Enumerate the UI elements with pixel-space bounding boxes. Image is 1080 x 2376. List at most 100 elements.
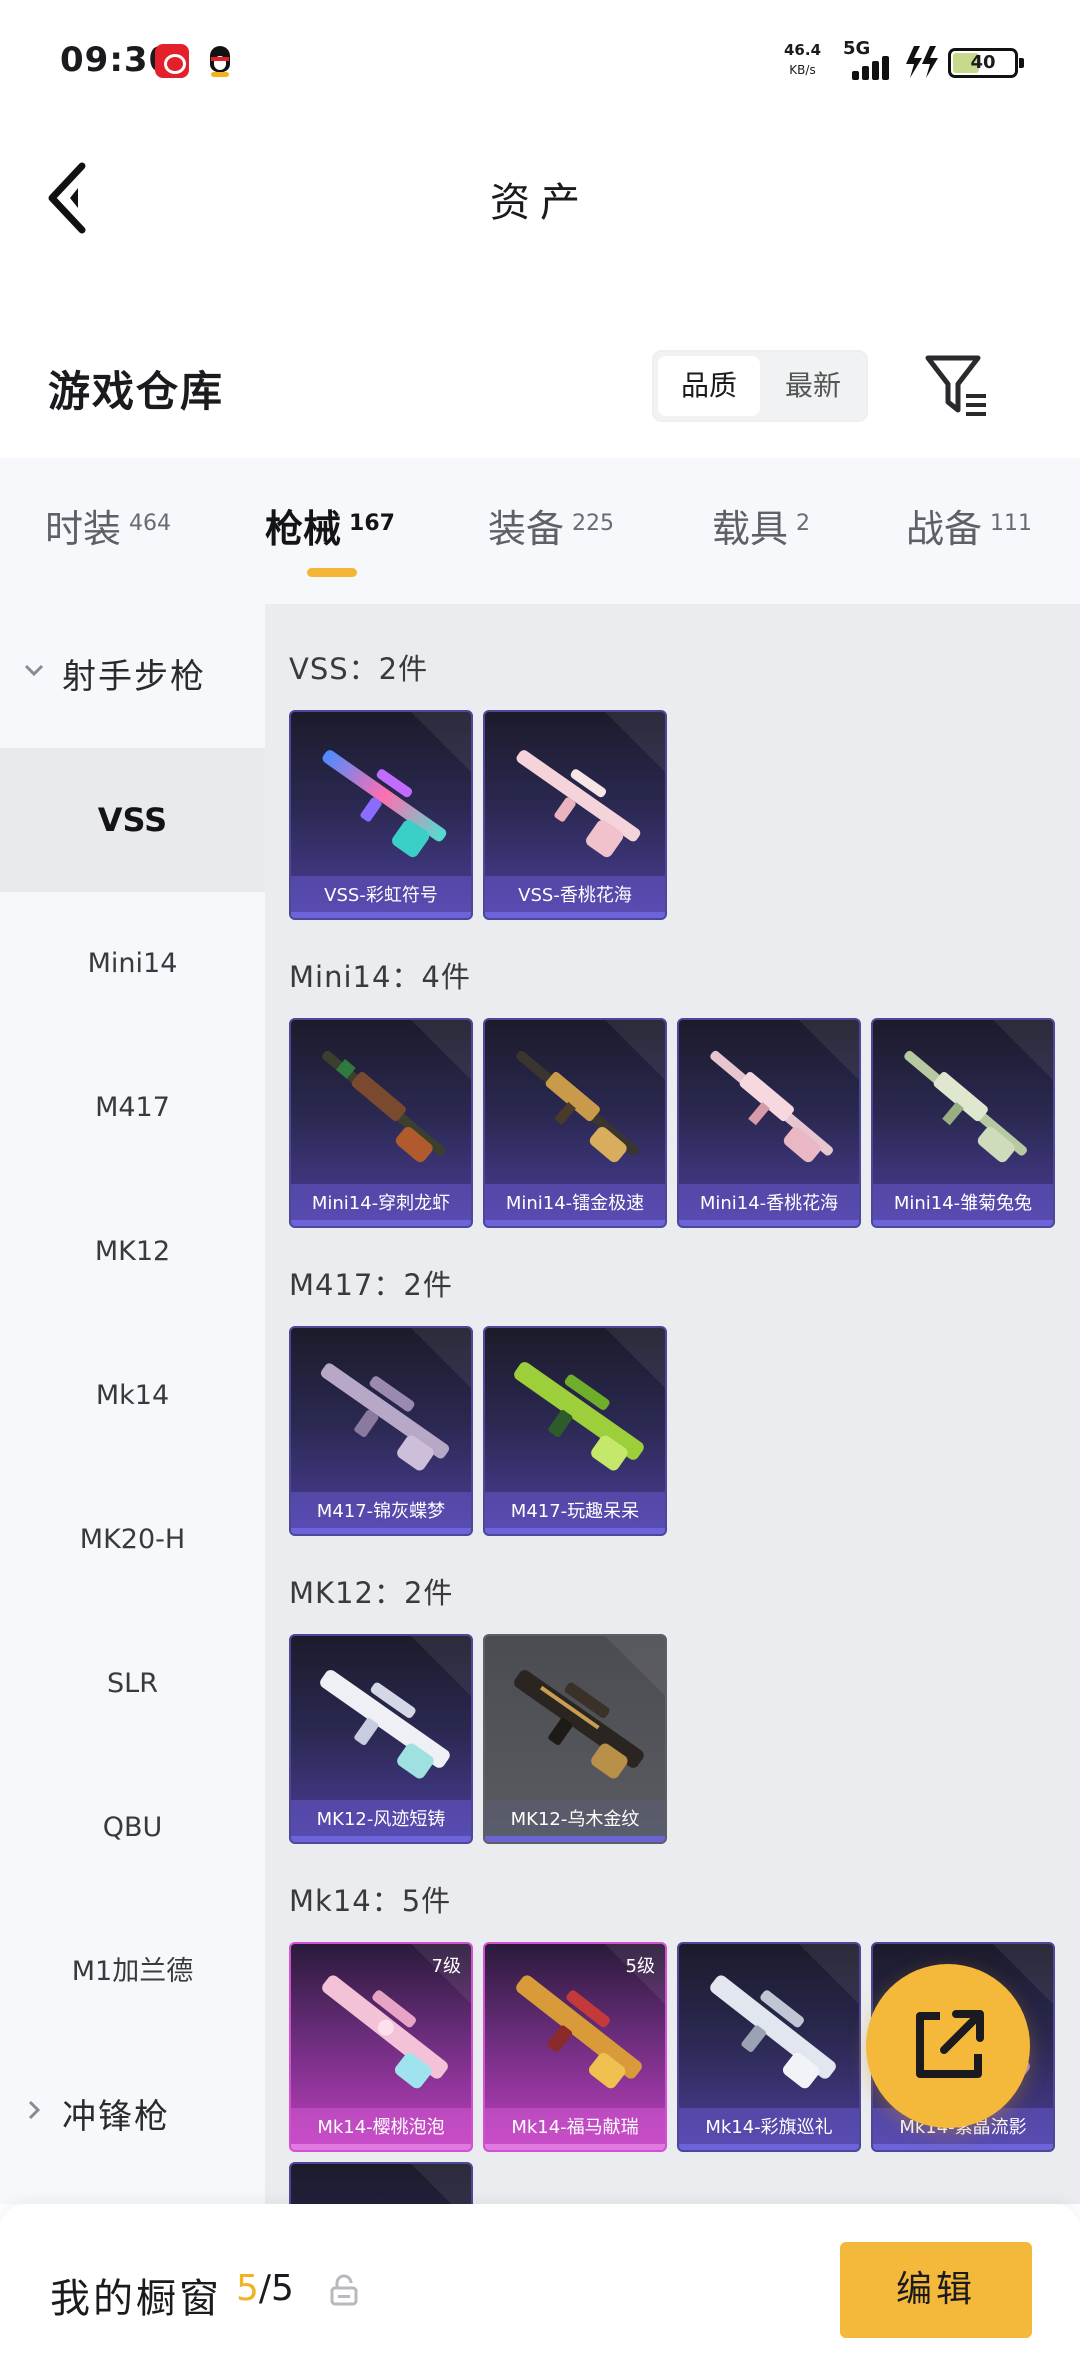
skin-name: M417-玩趣呆呆 xyxy=(485,1492,665,1534)
status-bar: 09:30 46.4 KB/s 5G 40 xyxy=(0,0,1080,130)
tab-label: 战备 xyxy=(906,507,983,551)
signal-icon xyxy=(852,52,898,80)
sidebar-group-label: 冲锋枪 xyxy=(62,2097,170,2137)
skin-card[interactable] xyxy=(289,2162,473,2204)
sidebar-item-vss[interactable]: VSS xyxy=(0,748,265,892)
sidebar-group-smg[interactable]: 冲锋枪 xyxy=(0,2044,265,2184)
tab-count: 2 xyxy=(796,511,811,536)
chevron-right-icon xyxy=(28,2100,41,2120)
skin-card[interactable]: Mk14-彩旗巡礼 xyxy=(677,1942,861,2152)
sidebar-group-label: 射手步枪 xyxy=(62,657,206,697)
rifle-icon xyxy=(320,1670,450,1779)
skin-name: Mini14-香桃花海 xyxy=(679,1184,859,1226)
rifle-icon xyxy=(710,1975,836,2089)
rifle-icon xyxy=(516,1050,639,1163)
tab-count: 225 xyxy=(572,511,615,536)
skin-card[interactable]: VSS-彩虹符号 xyxy=(289,710,473,920)
skin-card[interactable]: 5级 Mk14-福马献瑞 xyxy=(483,1942,667,2152)
sidebar-item-mk12[interactable]: MK12 xyxy=(0,1180,265,1324)
sidebar-item-qbu[interactable]: QBU xyxy=(0,1756,265,1900)
share-button[interactable] xyxy=(866,1964,1030,2128)
skin-card[interactable]: VSS-香桃花海 xyxy=(483,710,667,920)
net-speed-unit: KB/s xyxy=(789,63,816,77)
tab-fashion[interactable]: 时装 464 xyxy=(45,498,171,558)
sidebar-item-m417[interactable]: M417 xyxy=(0,1036,265,1180)
skin-card[interactable]: Mini14-镭金极速 xyxy=(483,1018,667,1228)
skin-card[interactable]: MK12-乌木金纹 xyxy=(483,1634,667,1844)
weapon-type-sidebar: 射手步枪 VSS Mini14 M417 MK12 Mk14 MK20-H SL… xyxy=(0,604,265,2204)
skin-card[interactable]: Mini14-雏菊兔兔 xyxy=(871,1018,1055,1228)
page-title: 资产 xyxy=(490,180,590,226)
sidebar-item-mk20h[interactable]: MK20-H xyxy=(0,1468,265,1612)
sort-quality-button[interactable]: 品质 xyxy=(658,356,760,416)
skin-name: Mini14-穿刺龙虾 xyxy=(291,1184,471,1226)
group-title-mk14: Mk14：5件 xyxy=(289,1884,452,1918)
penguin-icon xyxy=(205,44,235,78)
section-title: 游戏仓库 xyxy=(48,367,225,416)
sort-latest-button[interactable]: 最新 xyxy=(762,356,864,416)
sidebar-item-mk14[interactable]: Mk14 xyxy=(0,1324,265,1468)
category-tabs: 时装 464 枪械 167 装备 225 载具 2 战备 111 xyxy=(0,458,1080,604)
showcase-total: /5 xyxy=(258,2268,294,2309)
chevron-down-icon xyxy=(24,664,44,677)
tab-guns[interactable]: 枪械 167 xyxy=(265,498,395,558)
notification-app-icon xyxy=(155,44,189,78)
charging-icon xyxy=(906,46,938,78)
sidebar-item-mini14[interactable]: Mini14 xyxy=(0,892,265,1036)
skin-name: VSS-香桃花海 xyxy=(485,876,665,918)
tab-vehicles[interactable]: 载具 2 xyxy=(712,498,810,558)
skin-name: Mini14-雏菊兔兔 xyxy=(873,1184,1053,1226)
tab-label: 装备 xyxy=(488,507,565,551)
rifle-icon xyxy=(322,1050,445,1163)
filter-icon[interactable] xyxy=(922,352,992,422)
battery-icon: 40 xyxy=(948,48,1024,78)
skin-card[interactable]: Mini14-穿刺龙虾 xyxy=(289,1018,473,1228)
sort-toggle: 品质 最新 xyxy=(652,350,868,422)
active-tab-indicator xyxy=(307,568,357,577)
rifle-icon xyxy=(710,1050,833,1163)
skin-card[interactable]: Mini14-香桃花海 xyxy=(677,1018,861,1228)
rifle-icon xyxy=(514,1670,644,1779)
skin-level: 7级 xyxy=(431,1956,461,1977)
lock-icon[interactable] xyxy=(330,2274,358,2306)
group-title-mini14: Mini14：4件 xyxy=(289,960,471,994)
skin-card[interactable]: M417-玩趣呆呆 xyxy=(483,1326,667,1536)
tab-label: 载具 xyxy=(712,507,789,551)
showcase-label: 我的橱窗 xyxy=(50,2276,222,2322)
skin-card[interactable]: MK12-风迹短铸 xyxy=(289,1634,473,1844)
tab-count: 167 xyxy=(349,511,395,536)
tab-count: 464 xyxy=(129,511,172,536)
rifle-icon xyxy=(322,750,447,858)
skin-name: Mini14-镭金极速 xyxy=(485,1184,665,1226)
tab-label: 枪械 xyxy=(265,507,342,551)
skin-name: M417-锦灰蝶梦 xyxy=(291,1492,471,1534)
skin-card[interactable]: 7级 Mk14-樱桃泡泡 xyxy=(289,1942,473,2152)
rifle-icon xyxy=(514,1362,644,1471)
skin-level: 5级 xyxy=(625,1956,655,1977)
group-title-m417: M417：2件 xyxy=(289,1268,453,1302)
share-icon xyxy=(916,2010,984,2078)
showcase-count: 5/5 xyxy=(236,2268,294,2309)
rifle-icon xyxy=(320,1363,450,1471)
rifle-icon xyxy=(516,750,641,858)
group-title-mk12: MK12：2件 xyxy=(289,1576,454,1610)
edit-button[interactable]: 编辑 xyxy=(840,2242,1032,2338)
showcase-bar: 我的橱窗 5/5 编辑 xyxy=(0,2204,1080,2376)
tab-equipment[interactable]: 装备 225 xyxy=(488,498,614,558)
sidebar-item-slr[interactable]: SLR xyxy=(0,1612,265,1756)
battery-level: 40 xyxy=(970,52,996,73)
tab-count: 111 xyxy=(990,511,1033,536)
skin-name: Mk14-樱桃泡泡 xyxy=(291,2108,471,2150)
skin-name: Mk14-福马献瑞 xyxy=(485,2108,665,2150)
net-speed: 46.4 KB/s xyxy=(784,40,821,80)
showcase-used: 5 xyxy=(236,2268,259,2309)
sidebar-item-m1-garand[interactable]: M1加兰德 xyxy=(0,1900,265,2044)
skin-name: MK12-风迹短铸 xyxy=(291,1800,471,1842)
sidebar-group-marksman[interactable]: 射手步枪 xyxy=(0,604,265,744)
rifle-icon xyxy=(516,1975,642,2089)
rifle-icon xyxy=(322,1975,448,2089)
skin-name: VSS-彩虹符号 xyxy=(291,876,471,918)
skin-card[interactable]: M417-锦灰蝶梦 xyxy=(289,1326,473,1536)
tab-supplies[interactable]: 战备 111 xyxy=(906,498,1032,558)
net-speed-value: 46.4 xyxy=(784,41,822,59)
